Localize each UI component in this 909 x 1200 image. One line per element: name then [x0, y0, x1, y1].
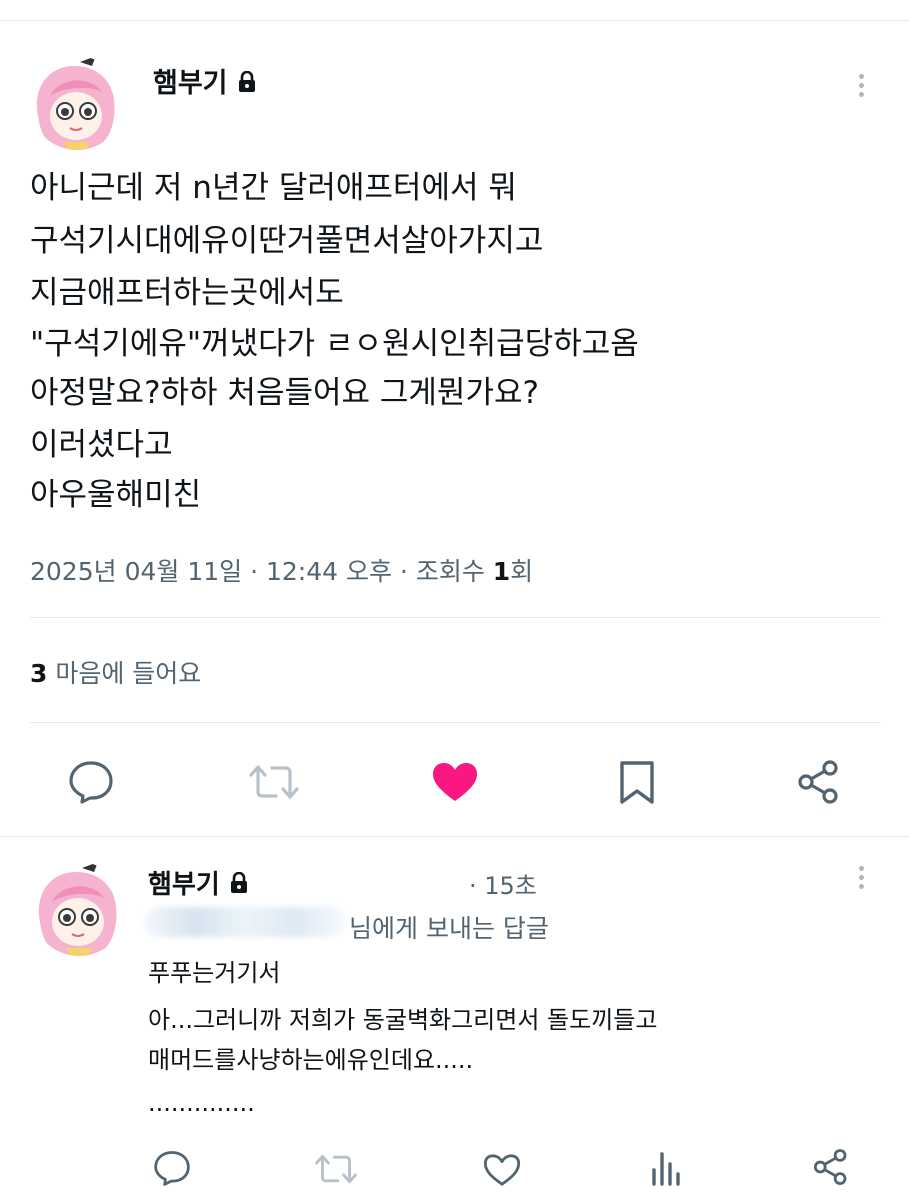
- tweet-text-line: 지금애프터하는곳에서도: [30, 275, 344, 311]
- reply-to-label[interactable]: 님에게 보내는 답글: [349, 909, 549, 945]
- author-name-text: 햄부기: [153, 68, 228, 99]
- divider: [30, 617, 881, 618]
- reply-text-line: ..............: [148, 1089, 255, 1117]
- tweet-text-line: "구석기에유"꺼냈다가 ㄹㅇ원시인취급당하고옴: [30, 326, 639, 362]
- reply-views-button[interactable]: [650, 1150, 684, 1190]
- bookmark-icon: [620, 761, 654, 804]
- reply-icon: [69, 761, 113, 804]
- likes-count: 3: [30, 659, 48, 688]
- tweet-text-line: 아정말요?하하 처음들어요 그게뭔가요?: [30, 375, 539, 411]
- like-icon: [483, 1154, 521, 1186]
- bookmark-button[interactable]: [617, 760, 657, 810]
- views-count: 1: [492, 557, 511, 586]
- like-button[interactable]: [431, 761, 479, 807]
- tweet-text-line: 아우울해미친: [30, 477, 202, 513]
- share-button[interactable]: [796, 759, 842, 809]
- like-icon-filled: [433, 763, 477, 801]
- reply-icon: [154, 1151, 190, 1186]
- avatar[interactable]: [30, 56, 124, 150]
- top-divider: [0, 20, 909, 21]
- tweet-metadata: 2025년 04월 11일 · 12:44 오후 · 조회수 1회: [30, 552, 533, 588]
- divider: [0, 836, 909, 837]
- lock-icon: [229, 871, 249, 901]
- reply-author-name-text: 햄부기: [148, 870, 220, 900]
- redacted-username: [145, 907, 345, 937]
- share-icon: [813, 1149, 847, 1185]
- retweet-button[interactable]: [248, 762, 300, 806]
- likes-label: 마음에 들어요: [47, 659, 202, 688]
- tweet-text-line: 구석기시대에유이딴거풀면서살아가지고: [30, 223, 544, 259]
- reply-author-name[interactable]: 햄부기: [148, 864, 249, 901]
- retweet-icon: [315, 1154, 357, 1184]
- reply-share-button[interactable]: [812, 1148, 850, 1190]
- more-options-icon[interactable]: [859, 866, 865, 893]
- tweet-text-line: 아니근데 저 n년간 달러애프터에서 뭐: [30, 170, 517, 206]
- reply-like-button[interactable]: [482, 1152, 522, 1192]
- divider: [30, 722, 881, 723]
- lock-icon: [237, 69, 257, 100]
- tweet-date[interactable]: 2025년 04월 11일 · 12:44 오후 · 조회수: [30, 557, 493, 586]
- likes-summary[interactable]: 3 마음에 들어요: [30, 654, 201, 690]
- reply-button[interactable]: [68, 760, 114, 808]
- more-options-icon[interactable]: [859, 74, 865, 101]
- reply-text-line: 푸푸는거기서: [148, 959, 281, 987]
- tweet-text-line: 이러셨다고: [30, 427, 173, 463]
- retweet-icon: [249, 765, 299, 799]
- views-icon: [652, 1152, 680, 1186]
- reply-text-line: 매머드를사냥하는에유인데요.....: [148, 1046, 474, 1074]
- reply-timestamp[interactable]: · 15초: [469, 866, 537, 901]
- views-suffix: 회: [510, 557, 534, 586]
- reply-avatar[interactable]: [32, 862, 126, 956]
- reply-retweet-button[interactable]: [314, 1152, 358, 1190]
- share-icon: [798, 760, 838, 804]
- reply-text-line: 아...그러니까 저희가 동굴벽화그리면서 돌도끼들고: [148, 1006, 658, 1034]
- author-name[interactable]: 햄부기: [153, 61, 257, 100]
- reply-reply-button[interactable]: [153, 1150, 191, 1190]
